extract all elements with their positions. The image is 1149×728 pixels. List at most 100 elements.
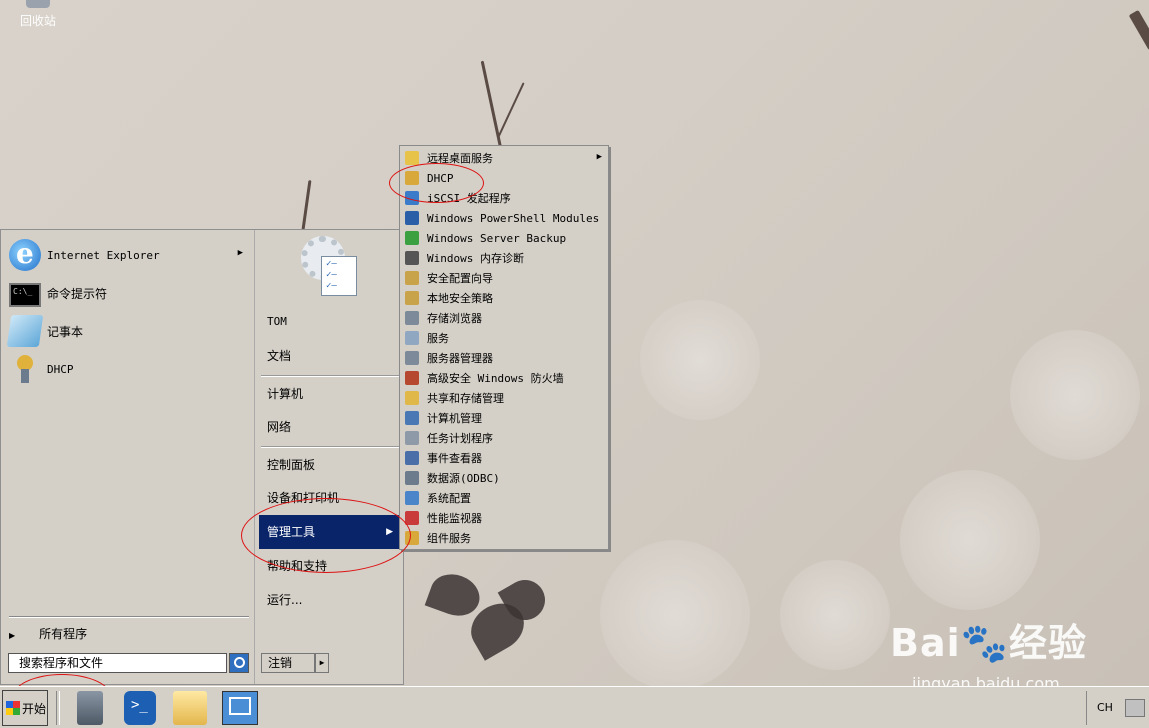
tool-icon — [405, 151, 419, 165]
tool-icon — [405, 251, 419, 265]
run-link[interactable]: 运行... — [267, 590, 397, 610]
admin-submenu-item[interactable]: 数据源(ODBC) — [402, 468, 606, 488]
powershell-icon[interactable] — [124, 691, 156, 725]
submenu-arrow-icon: ▶ — [386, 527, 393, 537]
language-indicator[interactable]: CH — [1097, 701, 1113, 714]
wallpaper-branch — [497, 82, 525, 138]
admin-submenu-label: iSCSI 发起程序 — [427, 192, 511, 205]
admin-submenu-label: 服务 — [427, 332, 449, 345]
recycle-bin-shortcut[interactable]: 回收站 — [18, 0, 58, 29]
tool-icon — [405, 331, 419, 345]
all-programs-label: 所有程序 — [39, 627, 88, 641]
tool-icon — [405, 291, 419, 305]
admin-submenu-item[interactable]: 事件查看器 — [402, 448, 606, 468]
admin-submenu-item[interactable]: DHCP — [402, 168, 606, 188]
pinned-notepad[interactable]: 记事本 — [6, 312, 247, 350]
tool-icon — [405, 271, 419, 285]
tool-icon — [405, 391, 419, 405]
pinned-label: 记事本 — [47, 324, 84, 339]
search-icon[interactable] — [229, 653, 249, 673]
admin-submenu-label: 安全配置向导 — [427, 272, 493, 285]
server-manager-icon[interactable] — [77, 691, 103, 725]
admin-submenu-label: DHCP — [427, 171, 454, 185]
admin-submenu-label: 服务器管理器 — [427, 352, 493, 365]
start-menu-left-pane: Internet Explorer ▶ 命令提示符 记事本 DHCP ▶ 所有程序… — [1, 230, 255, 684]
wallpaper-dark-flower — [424, 567, 486, 623]
user-picture[interactable] — [299, 234, 363, 298]
taskbar-divider — [56, 691, 60, 725]
admin-submenu-item[interactable]: 安全配置向导 — [402, 268, 606, 288]
admin-submenu-item[interactable]: 性能监视器 — [402, 508, 606, 528]
admin-submenu-item[interactable]: 任务计划程序 — [402, 428, 606, 448]
admin-submenu-label: 组件服务 — [427, 532, 471, 545]
admin-submenu-label: 本地安全策略 — [427, 292, 493, 305]
admin-submenu-label: 事件查看器 — [427, 452, 482, 465]
admin-submenu-label: 数据源(ODBC) — [427, 472, 500, 485]
control-panel-link[interactable]: 控制面板 — [267, 455, 397, 475]
network-link[interactable]: 网络 — [267, 417, 397, 437]
admin-submenu-item[interactable]: 计算机管理 — [402, 408, 606, 428]
computer-link[interactable]: 计算机 — [267, 384, 397, 404]
baidu-watermark: Bai🐾经验 jingyan.baidu.com — [890, 612, 1087, 686]
admin-tools-taskbar-icon[interactable] — [222, 691, 258, 725]
tool-icon — [405, 371, 419, 385]
recycle-bin-icon — [26, 0, 50, 8]
pinned-dhcp[interactable]: DHCP — [9, 350, 247, 388]
separator — [9, 616, 249, 618]
admin-submenu-item[interactable]: 高级安全 Windows 防火墙 — [402, 368, 606, 388]
pinned-label: Internet Explorer — [47, 248, 160, 262]
admin-submenu-item[interactable]: 本地安全策略 — [402, 288, 606, 308]
pinned-internet-explorer[interactable]: Internet Explorer ▶ — [9, 236, 247, 274]
pinned-command-prompt[interactable]: 命令提示符 — [9, 274, 247, 312]
separator — [261, 446, 401, 448]
pinned-label: 命令提示符 — [47, 286, 108, 301]
admin-submenu-label: Windows Server Backup — [427, 231, 567, 245]
admin-submenu-label: 存储浏览器 — [427, 312, 482, 325]
admin-submenu-item[interactable]: 系统配置 — [402, 488, 606, 508]
admin-submenu-item[interactable]: Windows PowerShell Modules — [402, 208, 606, 228]
admin-submenu-item[interactable]: 服务器管理器 — [402, 348, 606, 368]
admin-submenu-item[interactable]: 存储浏览器 — [402, 308, 606, 328]
admin-submenu-item[interactable]: 共享和存储管理 — [402, 388, 606, 408]
wallpaper-flower — [640, 300, 760, 420]
all-programs-button[interactable]: ▶ 所有程序 — [9, 624, 249, 644]
admin-submenu-label: 性能监视器 — [427, 512, 482, 525]
start-button[interactable]: 开始 — [2, 690, 48, 726]
dhcp-icon — [9, 353, 41, 385]
user-folder-link[interactable]: TOM — [267, 312, 397, 332]
search-input[interactable]: 搜索程序和文件 — [8, 653, 227, 673]
command-prompt-icon — [9, 283, 41, 307]
wallpaper-flower — [1010, 330, 1140, 460]
admin-tools-label: 管理工具 — [267, 525, 316, 539]
explorer-folder-icon[interactable] — [173, 691, 207, 725]
recycle-bin-label: 回收站 — [19, 14, 56, 28]
admin-submenu-item[interactable]: 远程桌面服务 ▶ — [402, 148, 606, 168]
keyboard-icon[interactable] — [1125, 699, 1145, 717]
tool-icon — [405, 351, 419, 365]
wallpaper-flower — [780, 560, 890, 670]
tool-icon — [405, 451, 419, 465]
admin-submenu-label: 任务计划程序 — [427, 432, 493, 445]
pinned-label: DHCP — [47, 362, 74, 376]
logoff-button[interactable]: 注销 — [261, 653, 315, 673]
admin-submenu-item[interactable]: Windows 内存诊断 — [402, 248, 606, 268]
start-menu-right-pane: TOM 文档 计算机 网络 控制面板 设备和打印机 管理工具 ▶ 帮助和支持 运… — [255, 230, 403, 684]
devices-printers-link[interactable]: 设备和打印机 — [267, 488, 397, 508]
tool-icon — [405, 191, 419, 205]
admin-tools-menu-item[interactable]: 管理工具 ▶ — [259, 515, 399, 549]
wallpaper-branch — [1128, 9, 1149, 51]
submenu-arrow-icon: ▶ — [596, 152, 602, 162]
notepad-icon — [6, 315, 44, 347]
admin-submenu-item[interactable]: iSCSI 发起程序 — [402, 188, 606, 208]
admin-submenu-item[interactable]: Windows Server Backup — [402, 228, 606, 248]
admin-submenu-item[interactable]: 服务 — [402, 328, 606, 348]
tool-icon — [405, 431, 419, 445]
help-support-link[interactable]: 帮助和支持 — [267, 556, 397, 576]
tool-icon — [405, 211, 419, 225]
documents-link[interactable]: 文档 — [267, 346, 397, 366]
internet-explorer-icon — [9, 237, 41, 271]
admin-submenu-item[interactable]: 组件服务 — [402, 528, 606, 548]
admin-submenu-label: Windows 内存诊断 — [427, 252, 524, 265]
shutdown-options-arrow-icon[interactable]: ▶ — [315, 653, 329, 673]
watermark-url: jingyan.baidu.com — [912, 674, 1060, 686]
